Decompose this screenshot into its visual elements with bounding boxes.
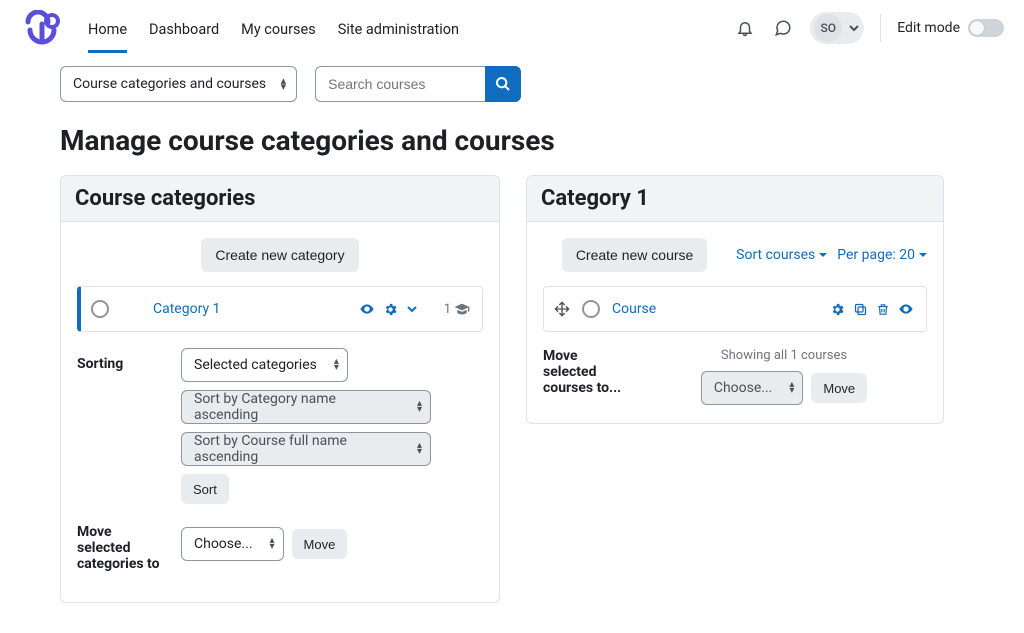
graduation-cap-icon	[454, 302, 470, 316]
search-courses	[315, 66, 521, 102]
courses-top-row: Create new course Sort courses Per page:…	[543, 238, 927, 272]
top-controls: Course categories and courses ▴▾	[60, 66, 964, 102]
move-courses-button[interactable]: Move	[811, 373, 867, 403]
drag-handle-icon[interactable]	[554, 301, 570, 317]
courses-panel: Category 1 Create new course Sort course…	[526, 175, 944, 424]
move-categories-button[interactable]: Move	[292, 529, 348, 559]
main-nav: Home Dashboard My courses Site administr…	[88, 3, 459, 53]
create-category-button[interactable]: Create new category	[201, 238, 358, 272]
sort-arrows-icon: ▴▾	[789, 382, 794, 394]
topbar-right: SO Edit mode	[734, 12, 1004, 44]
move-courses-select[interactable]: Choose... ▴▾	[701, 371, 804, 405]
sort-button[interactable]: Sort	[181, 474, 229, 504]
nav-home[interactable]: Home	[88, 3, 127, 53]
move-courses-label: Move selected courses to...	[543, 348, 623, 405]
search-button[interactable]	[485, 66, 521, 102]
categories-heading: Course categories	[61, 176, 499, 222]
duplicate-icon[interactable]	[853, 302, 868, 317]
sort-course-select[interactable]: Sort by Course full name ascending ▴▾	[181, 432, 431, 466]
sort-scope-value: Selected categories	[194, 357, 317, 373]
sorting-row: Sorting Selected categories ▴▾ Sort by C…	[77, 348, 483, 504]
courses-body: Create new course Sort courses Per page:…	[527, 222, 943, 423]
showing-count: Showing all 1 courses	[721, 348, 847, 363]
sorting-label: Sorting	[77, 348, 167, 504]
sort-scope-select[interactable]: Selected categories ▴▾	[181, 348, 348, 382]
gear-icon[interactable]	[383, 302, 398, 317]
course-name-link[interactable]: Course	[612, 301, 656, 317]
sort-category-value: Sort by Category name ascending	[194, 391, 400, 423]
sort-arrows-icon: ▴▾	[269, 538, 274, 550]
categories-panel: Course categories Create new category Ca…	[60, 175, 500, 603]
category-name-link[interactable]: Category 1	[153, 301, 220, 317]
user-menu[interactable]: SO	[810, 12, 864, 44]
categories-body: Create new category Category 1 1	[61, 222, 499, 602]
category-select-radio[interactable]	[91, 300, 109, 318]
speech-icon[interactable]	[772, 17, 794, 39]
create-course-button[interactable]: Create new course	[562, 238, 708, 272]
nav-dashboard[interactable]: Dashboard	[149, 3, 219, 53]
sort-arrows-icon: ▴▾	[417, 443, 422, 455]
courses-meta-row: Move selected courses to... Showing all …	[543, 348, 927, 405]
move-categories-row: Move selected categories to Choose... ▴▾…	[77, 516, 483, 572]
course-count-number: 1	[444, 302, 451, 317]
course-count: 1	[444, 302, 470, 317]
bell-icon[interactable]	[734, 17, 756, 39]
edit-mode-label: Edit mode	[897, 20, 960, 36]
sort-category-select[interactable]: Sort by Category name ascending ▴▾	[181, 390, 431, 424]
view-mode-label: Course categories and courses	[73, 76, 266, 92]
move-courses-value: Choose...	[714, 380, 773, 396]
view-mode-select[interactable]: Course categories and courses ▴▾	[60, 66, 297, 102]
panels: Course categories Create new category Ca…	[60, 175, 964, 603]
trash-icon[interactable]	[876, 302, 890, 317]
course-select-radio[interactable]	[582, 300, 600, 318]
nav-siteadmin[interactable]: Site administration	[338, 3, 459, 53]
sort-arrows-icon: ▴▾	[334, 359, 339, 371]
topbar: Home Dashboard My courses Site administr…	[0, 0, 1024, 56]
sort-courses-link[interactable]: Sort courses	[736, 247, 827, 263]
search-icon	[495, 76, 511, 92]
eye-icon[interactable]	[359, 301, 375, 317]
per-page-link[interactable]: Per page: 20	[837, 247, 927, 263]
course-row[interactable]: Course	[543, 286, 927, 332]
category-row[interactable]: Category 1 1	[77, 286, 483, 332]
page-title: Manage course categories and courses	[60, 124, 964, 157]
move-categories-label: Move selected categories to	[77, 516, 167, 572]
page-content: Course categories and courses ▴▾ Manage …	[0, 56, 1024, 633]
move-categories-select[interactable]: Choose... ▴▾	[181, 527, 284, 561]
chevron-down-icon	[848, 22, 860, 34]
user-initials: SO	[814, 14, 842, 42]
divider	[880, 14, 881, 42]
nav-mycourses[interactable]: My courses	[241, 3, 316, 53]
courses-heading: Category 1	[527, 176, 943, 222]
eye-icon[interactable]	[898, 301, 914, 317]
search-input[interactable]	[315, 66, 485, 102]
sort-arrows-icon: ▴▾	[281, 78, 287, 90]
edit-mode: Edit mode	[897, 19, 1004, 37]
sort-arrows-icon: ▴▾	[417, 401, 422, 413]
sort-course-value: Sort by Course full name ascending	[194, 433, 400, 465]
site-logo[interactable]	[20, 10, 64, 46]
gear-icon[interactable]	[830, 302, 845, 317]
move-categories-value: Choose...	[194, 536, 253, 552]
edit-mode-toggle[interactable]	[968, 19, 1004, 37]
chevron-down-icon[interactable]	[406, 303, 418, 315]
